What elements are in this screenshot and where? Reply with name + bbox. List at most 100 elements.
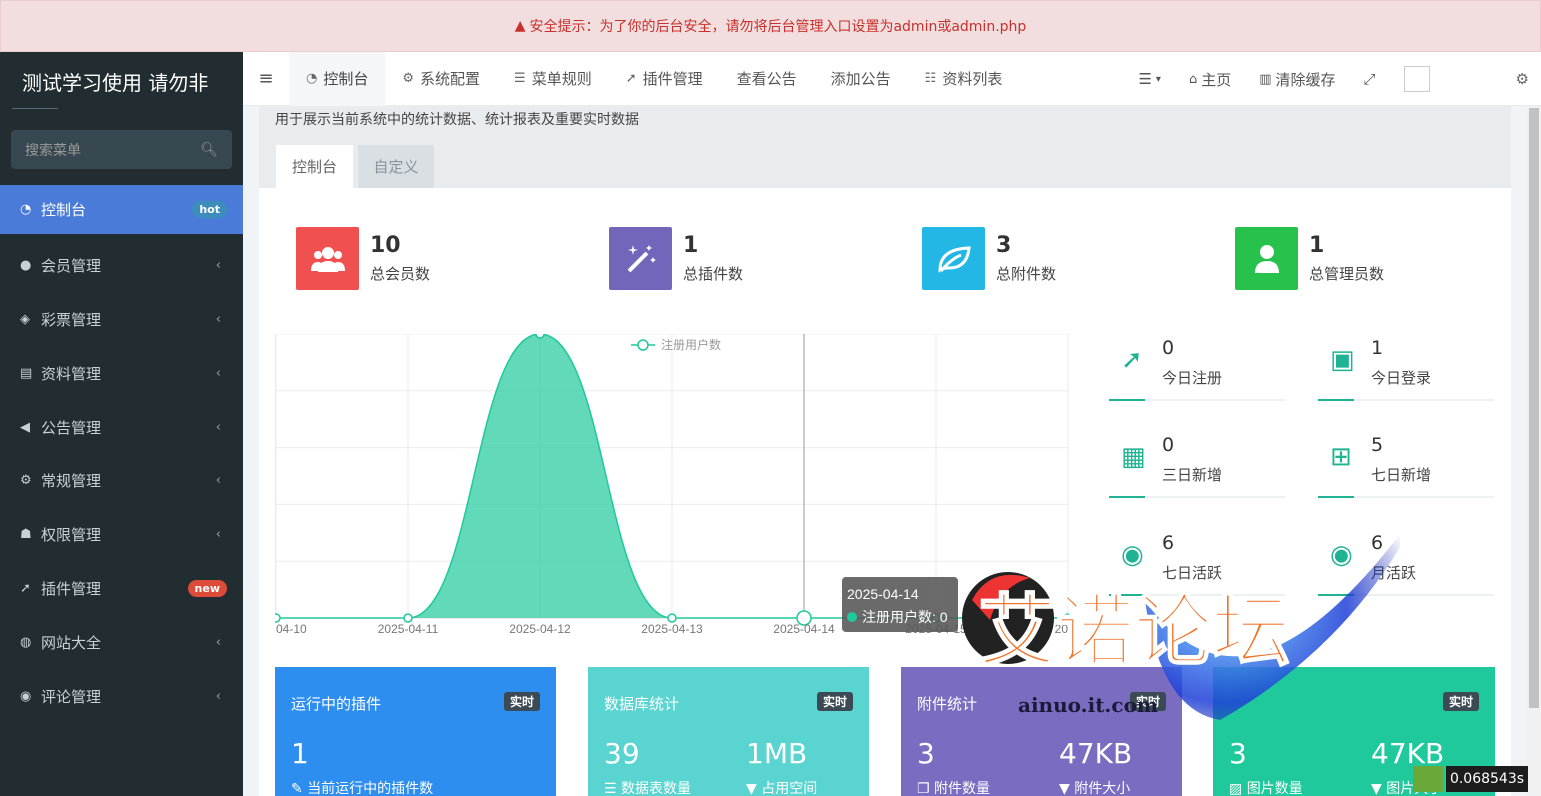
subtab-dashboard[interactable]: 控制台 — [276, 145, 353, 188]
tooltip-date: 2025-04-14 — [847, 586, 919, 602]
x-tick-label: 2025 — [1055, 622, 1069, 634]
card-value-secondary: 1MB — [746, 737, 808, 770]
chevron-left-icon: ‹ — [215, 688, 221, 704]
sidebar-item-label: 评论管理 — [41, 687, 102, 706]
data-point — [275, 613, 281, 623]
sidebar-toggle-icon[interactable]: ≡ — [243, 68, 289, 89]
sidebar-item-label: 权限管理 — [41, 526, 102, 545]
sidebar-item-materials[interactable]: ▤ 资料管理 ‹ — [0, 346, 243, 400]
sidebar-item-permissions[interactable]: ☗ 权限管理 ‹ — [0, 508, 243, 562]
sidebar-menu: ◔ 控制台 hot ● 会员管理 ‹ ◈ 彩票管理 ‹ ▤ 资料管理 ‹ ◀ 公… — [0, 185, 243, 723]
card-label-secondary: ▼ 占用空间 — [746, 781, 818, 796]
sidebar-item-members[interactable]: ● 会员管理 ‹ — [0, 239, 243, 293]
sidebar-item-label: 网站大全 — [41, 633, 102, 652]
mini-stat-divider — [1109, 496, 1285, 498]
mini-stat-label: 今日登录 — [1371, 369, 1432, 387]
sidebar-item-lottery[interactable]: ◈ 彩票管理 ‹ — [0, 293, 243, 347]
logo[interactable]: 测试学习使用 请勿非 — [0, 52, 243, 110]
card-label-text: 附件大小 — [1074, 781, 1131, 796]
mini-stat-label: 今日注册 — [1162, 369, 1223, 387]
sidebar-item-label: 彩票管理 — [41, 310, 102, 329]
sidebar-item-label: 插件管理 — [41, 579, 102, 598]
scrollbar-thumb[interactable] — [1529, 108, 1539, 708]
top-navbar: ≡ ◔ 控制台 ⚙ 系统配置 ☰ 菜单规则 ➚ 插件管理 查看公告 添加公告 ☷ 资料列表… — [243, 51, 1541, 106]
mini-stat-seven-day-active: ◉ 6 七日活跃 — [1109, 530, 1287, 600]
card-label-text: 占用空间 — [761, 781, 818, 796]
sidebar-item-announcements[interactable]: ◀ 公告管理 ‹ — [0, 400, 243, 454]
home-link[interactable]: ⌂ 主页 — [1175, 52, 1245, 106]
chevron-left-icon: ‹ — [215, 634, 221, 650]
rocket-icon: ➚ — [1121, 345, 1143, 375]
mini-stat-today-login: ▣ 1 今日登录 — [1318, 335, 1496, 405]
settings-gear-icon[interactable]: ⚙ — [1504, 52, 1541, 106]
sidebar-item-label: 公告管理 — [41, 418, 102, 437]
search-icon[interactable]: 🔍︎ — [200, 142, 218, 158]
registration-chart[interactable]: 04-10 2025-04-11 2025-04-12 2025-04-13 2025-… — [275, 334, 1069, 634]
sidebar-item-general[interactable]: ⚙ 常规管理 ‹ — [0, 454, 243, 508]
tab-menu-rules[interactable]: ☰ 菜单规则 — [497, 52, 609, 106]
tag-icon: ◈ — [20, 311, 30, 327]
users-icon — [296, 227, 359, 290]
rocket-icon: ➚ — [625, 71, 637, 86]
user-circle-icon: ◉ — [1330, 540, 1353, 570]
card-label: ✎ 当前运行中的插件数 — [291, 781, 434, 796]
tab-plugins[interactable]: ➚ 插件管理 — [609, 52, 720, 106]
magic-icon — [609, 227, 672, 290]
caret-down-icon: ▾ — [1155, 73, 1161, 85]
new-badge: new — [187, 579, 227, 597]
trash-icon: ▥ — [1259, 71, 1272, 87]
tab-materials-list[interactable]: ☷ 资料列表 — [908, 52, 1020, 106]
card-value: 3 — [1229, 737, 1247, 770]
stat-total-members: 10 总会员数 — [296, 227, 430, 290]
card-title: 数据库统计 — [604, 695, 680, 713]
mini-stat-today-register: ➚ 0 今日注册 — [1109, 335, 1287, 405]
menu-search-input[interactable]: 搜索菜单 🔍︎ — [11, 130, 232, 169]
sidebar-item-dashboard[interactable]: ◔ 控制台 hot — [0, 185, 243, 234]
search-placeholder: 搜索菜单 — [25, 142, 81, 159]
more-tabs-dropdown[interactable]: ☰ ▾ — [1124, 52, 1174, 106]
home-label: 主页 — [1201, 70, 1232, 89]
clear-cache-label: 清除缓存 — [1275, 70, 1336, 89]
hot-badge: hot — [192, 201, 227, 218]
clear-cache-button[interactable]: ▥ 清除缓存 — [1245, 52, 1349, 106]
list-icon: ☰ — [514, 71, 526, 86]
card-value-secondary: 47KB — [1059, 737, 1133, 770]
data-point — [535, 334, 545, 339]
tab-label: 控制台 — [323, 70, 369, 88]
sidebar-item-comments[interactable]: ◉ 评论管理 ‹ — [0, 669, 243, 723]
tab-system-config[interactable]: ⚙ 系统配置 — [385, 52, 497, 106]
debug-icon[interactable] — [1413, 766, 1443, 792]
fullscreen-icon[interactable]: ⤢ — [1350, 52, 1390, 106]
mini-stat-label: 月活跃 — [1371, 564, 1417, 582]
home-icon: ⌂ — [1188, 71, 1198, 87]
mini-stat-divider — [1318, 399, 1494, 401]
mini-stat-divider — [1318, 594, 1494, 596]
bullhorn-icon: ◀ — [20, 419, 30, 435]
tab-label: 系统配置 — [420, 70, 481, 88]
sidebar-item-plugins[interactable]: ➚ 插件管理 new — [0, 562, 243, 616]
tab-view-announcements[interactable]: 查看公告 — [720, 52, 814, 106]
card-database-stats: 数据库统计 实时 39 1MB ☰ 数据表数量 ▼ 占用空间 — [588, 667, 869, 796]
mini-stat-value: 0 — [1162, 337, 1175, 359]
list-icon: ☰ — [1138, 70, 1152, 88]
card-label-text: 附件数量 — [934, 781, 991, 796]
stat-value: 10 — [370, 233, 401, 258]
mini-stat-divider — [1318, 496, 1494, 498]
sidebar-item-sites[interactable]: ◍ 网站大全 ‹ — [0, 615, 243, 669]
subtab-custom[interactable]: 自定义 — [358, 145, 434, 188]
tab-dashboard[interactable]: ◔ 控制台 — [289, 51, 386, 106]
page-scrollbar[interactable] — [1527, 106, 1541, 796]
mini-stat-seven-day-new: ⊞ 5 七日新增 — [1318, 432, 1496, 502]
tab-add-announcement[interactable]: 添加公告 — [814, 52, 908, 106]
card-title: 附件统计 — [917, 695, 978, 713]
x-tick-label: 04-10 — [276, 622, 307, 634]
mini-stat-accent — [1109, 399, 1145, 401]
realtime-badge: 实时 — [1442, 692, 1479, 711]
stat-label: 总会员数 — [370, 265, 431, 283]
x-tick-label: 2025-04-13 — [641, 622, 703, 634]
avatar[interactable] — [1403, 66, 1430, 92]
gear-icon: ⚙ — [402, 71, 415, 86]
user-circle-icon: ◉ — [1121, 540, 1144, 570]
logo-divider — [12, 108, 58, 109]
mini-stat-value: 5 — [1371, 434, 1384, 456]
